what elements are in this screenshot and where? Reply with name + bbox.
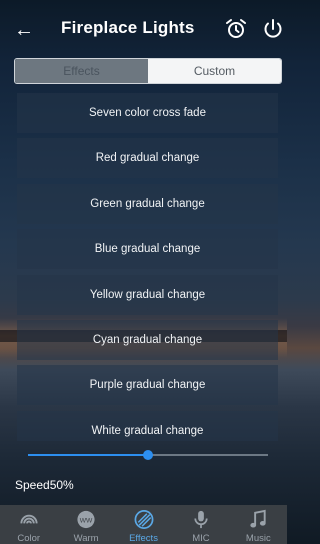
- nav-label-effects: Effects: [129, 533, 158, 544]
- effect-item-blue[interactable]: Blue gradual change: [17, 229, 278, 270]
- page-title: Fireplace Lights: [61, 18, 195, 37]
- back-button[interactable]: ←: [10, 17, 38, 43]
- tab-effects[interactable]: Effects: [15, 59, 148, 83]
- speed-slider-thumb[interactable]: [143, 450, 153, 460]
- nav-item-color[interactable]: Color: [0, 505, 57, 544]
- header-bar: ← Fireplace Lights: [0, 0, 287, 58]
- power-icon: [264, 19, 282, 38]
- alarm-clock-icon: [226, 19, 246, 38]
- effect-item-yellow[interactable]: Yellow gradual change: [17, 274, 278, 315]
- music-note-icon: [250, 509, 266, 528]
- microphone-icon: [194, 510, 208, 529]
- speed-label: Speed50%: [15, 478, 74, 492]
- tab-custom[interactable]: Custom: [148, 59, 281, 83]
- color-rainbow-icon: [20, 514, 38, 524]
- arrow-left-icon: ←: [14, 18, 34, 41]
- effects-list: Seven color cross fade Red gradual chang…: [17, 93, 278, 441]
- speed-slider[interactable]: [28, 448, 268, 462]
- nav-label-music: Music: [245, 533, 271, 544]
- effect-item-white[interactable]: White gradual change: [17, 410, 278, 441]
- nav-item-effects[interactable]: Effects: [115, 505, 172, 544]
- power-button[interactable]: [262, 17, 284, 41]
- effect-item-cyan[interactable]: Cyan gradual change: [17, 319, 278, 360]
- mode-tabs: Effects Custom: [14, 58, 282, 84]
- effects-icon: [134, 510, 153, 529]
- nav-item-mic[interactable]: MIC: [172, 505, 229, 544]
- alarm-button[interactable]: [224, 17, 248, 41]
- nav-item-warm[interactable]: WW Warm: [57, 505, 114, 544]
- speed-slider-fill: [28, 454, 148, 456]
- svg-text:WW: WW: [80, 517, 93, 524]
- nav-label-warm: Warm: [73, 533, 99, 544]
- bottom-nav: Color WW Warm Effects MIC Music: [0, 505, 287, 544]
- nav-label-mic: MIC: [192, 533, 210, 544]
- effect-item-purple[interactable]: Purple gradual change: [17, 365, 278, 406]
- warm-white-icon: WW: [77, 510, 95, 529]
- nav-label-color: Color: [17, 533, 41, 544]
- effect-item-red[interactable]: Red gradual change: [17, 138, 278, 179]
- effect-item-seven-color[interactable]: Seven color cross fade: [17, 93, 278, 133]
- effect-item-green[interactable]: Green gradual change: [17, 183, 278, 224]
- nav-item-music[interactable]: Music: [230, 505, 287, 544]
